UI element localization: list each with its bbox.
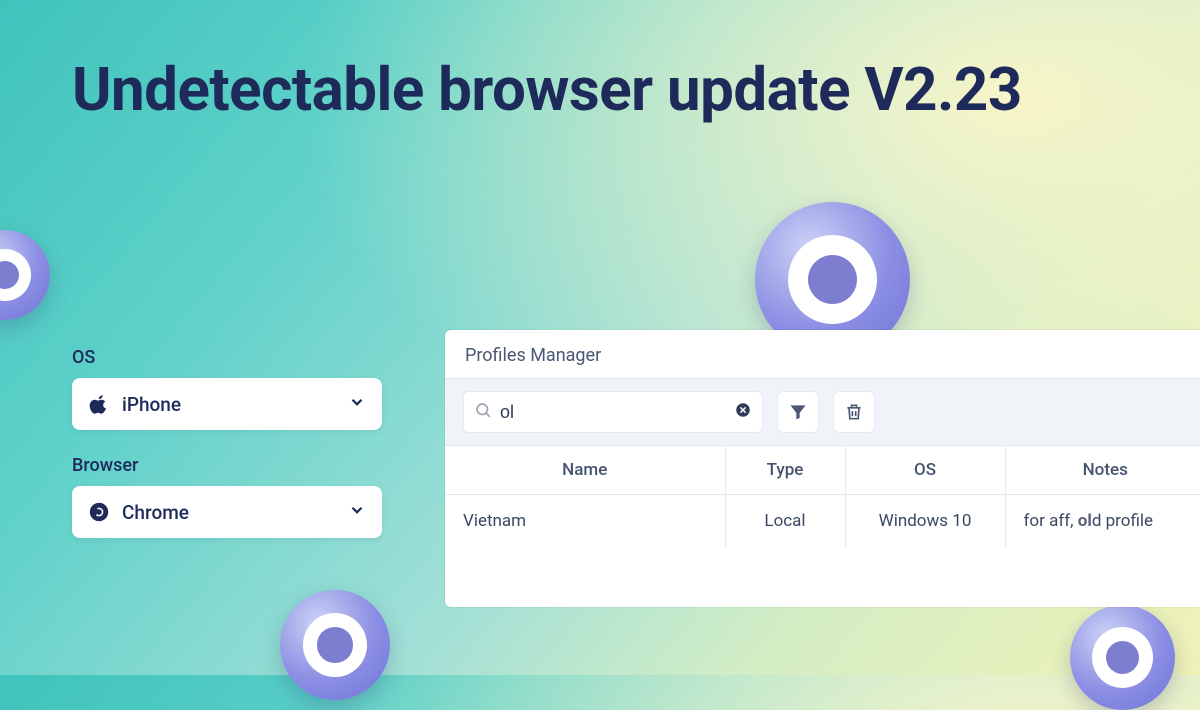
search-container (463, 391, 763, 433)
chevron-down-icon (348, 393, 366, 415)
chrome-icon (88, 501, 110, 523)
apple-icon (88, 393, 110, 415)
cell-os: Windows 10 (845, 495, 1005, 548)
chevron-down-icon (348, 501, 366, 523)
profiles-manager-panel: Profiles Manager Name Type OS Notes (445, 330, 1200, 607)
os-value: iPhone (122, 393, 348, 416)
browser-value: Chrome (122, 501, 348, 524)
cell-type: Local (725, 495, 845, 548)
search-input[interactable] (500, 402, 734, 423)
clear-search-button[interactable] (734, 401, 752, 423)
browser-select[interactable]: Chrome (72, 486, 382, 538)
filter-button[interactable] (777, 391, 819, 433)
cell-notes: for aff, old profile (1005, 495, 1200, 548)
col-header-notes[interactable]: Notes (1005, 446, 1200, 495)
cell-name: Vietnam (445, 495, 725, 548)
col-header-type[interactable]: Type (725, 446, 845, 495)
profiles-table: Name Type OS Notes Vietnam Local Windows… (445, 446, 1200, 607)
decorative-orb (0, 230, 50, 320)
page-title: Undetectable browser update V2.23 (72, 55, 1022, 126)
panel-toolbar (445, 378, 1200, 446)
os-label: OS (72, 347, 382, 368)
col-header-os[interactable]: OS (845, 446, 1005, 495)
col-header-name[interactable]: Name (445, 446, 725, 495)
table-row[interactable]: Vietnam Local Windows 10 for aff, old pr… (445, 495, 1200, 548)
delete-button[interactable] (833, 391, 875, 433)
os-select[interactable]: iPhone (72, 378, 382, 430)
decorative-orb (280, 590, 390, 700)
browser-label: Browser (72, 455, 382, 476)
decorative-orb (1070, 605, 1175, 710)
search-icon (474, 401, 492, 423)
panel-title: Profiles Manager (445, 330, 1200, 378)
